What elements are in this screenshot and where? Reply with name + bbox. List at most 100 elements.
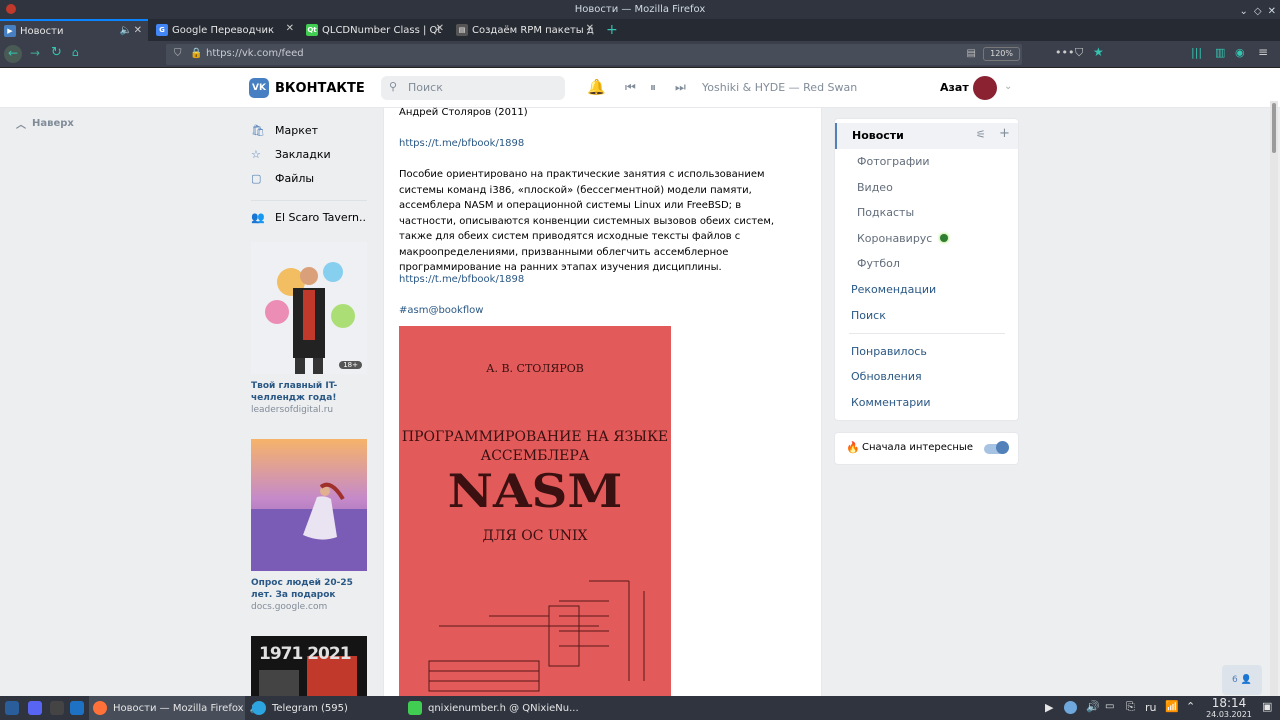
- left-menu-item-market[interactable]: 🛍 Маркет: [251, 124, 318, 137]
- bookmark-star-icon[interactable]: ★: [1093, 45, 1104, 59]
- left-menu-item-group[interactable]: 👥 El Scaro Tavern..: [251, 211, 366, 224]
- scrollbar-thumb[interactable]: [1272, 103, 1276, 153]
- battery-icon[interactable]: ▭: [1105, 701, 1114, 712]
- menu-item-comments[interactable]: Комментарии: [851, 396, 931, 409]
- menu-item-search[interactable]: Поиск: [851, 309, 886, 322]
- sidebar-icon[interactable]: ▥: [1215, 46, 1225, 59]
- menu-item-recommendations[interactable]: Рекомендации: [851, 283, 936, 296]
- taskbar-item-qtcreator[interactable]: qnixienumber.h @ QNixieNu...: [404, 696, 579, 720]
- new-tab-button[interactable]: +: [602, 19, 620, 41]
- ad-domain: docs.google.com: [251, 602, 328, 612]
- clipboard-icon[interactable]: ⎘: [1126, 700, 1135, 714]
- tab-close-icon[interactable]: ✕: [134, 25, 142, 36]
- tab-news[interactable]: ▶ Новости 🔈 ✕: [0, 19, 148, 41]
- menu-item-updates[interactable]: Обновления: [851, 370, 922, 383]
- taskbar-item-firefox[interactable]: Новости — Mozilla Firefox 🔈: [89, 696, 262, 720]
- media-play-icon[interactable]: ▶: [1045, 701, 1053, 714]
- window-titlebar: Новости — Mozilla Firefox ⌄ ◇ ✕: [0, 0, 1280, 19]
- volume-icon[interactable]: 🔊: [1086, 700, 1100, 713]
- file-icon: ▢: [251, 172, 262, 185]
- menu-item-video[interactable]: Видео: [857, 181, 893, 194]
- keyboard-layout[interactable]: ru: [1145, 701, 1157, 714]
- scroll-up-button[interactable]: ︿ Наверх: [16, 116, 74, 131]
- book-diagram-illustration: [428, 580, 645, 692]
- post-hashtag[interactable]: #asm@bookflow: [399, 303, 794, 319]
- qtcreator-icon: [408, 701, 422, 715]
- tab-rpm[interactable]: ▤ Создаём RPM пакеты д ✕: [452, 19, 600, 41]
- interesting-first-toggle-card: 🔥 Сначала интересные: [834, 432, 1019, 465]
- post-link[interactable]: https://t.me/bfbook/1898: [399, 136, 794, 152]
- app-menu-icon[interactable]: [4, 2, 18, 16]
- lock-icon[interactable]: 🔒: [190, 48, 202, 59]
- menu-item-liked[interactable]: Понравилось: [851, 345, 927, 358]
- forward-icon[interactable]: →: [30, 46, 40, 60]
- next-track-icon[interactable]: ⏭: [675, 80, 686, 95]
- avatar[interactable]: [973, 76, 997, 100]
- add-icon[interactable]: +: [999, 126, 1010, 141]
- post-link[interactable]: https://t.me/bfbook/1898: [399, 272, 794, 288]
- book-cover-image[interactable]: А. В. СТОЛЯРОВ ПРОГРАММИРОВАНИЕ НА ЯЗЫКЕ…: [399, 326, 671, 696]
- pocket-icon[interactable]: ⛉: [1075, 46, 1083, 60]
- tab-close-icon[interactable]: ✕: [286, 23, 294, 34]
- ad-domain: leadersofdigital.ru: [251, 405, 334, 415]
- tab-close-icon[interactable]: ✕: [436, 23, 444, 34]
- tab-qlcd[interactable]: Qt QLCDNumber Class | Qt ✕: [302, 19, 450, 41]
- discord-icon[interactable]: [28, 701, 42, 715]
- wifi-icon[interactable]: 📶: [1165, 700, 1179, 713]
- search-input[interactable]: ⚲ Поиск: [381, 76, 565, 100]
- menu-item-football[interactable]: Футбол: [857, 257, 900, 270]
- show-desktop-icon[interactable]: ▣: [1262, 700, 1272, 713]
- reader-view-icon[interactable]: ▤: [967, 48, 976, 59]
- online-friends-button[interactable]: 6 👤: [1222, 665, 1262, 695]
- menu-item-podcasts[interactable]: Подкасты: [857, 206, 914, 219]
- menu-item-photos[interactable]: Фотографии: [857, 155, 930, 168]
- tab-translate[interactable]: G Google Переводчик ✕: [152, 19, 300, 41]
- page-scrollbar[interactable]: [1270, 101, 1278, 696]
- library-icon[interactable]: |||: [1191, 46, 1202, 59]
- url-bar[interactable]: ⛉ 🔒 https://vk.com/feed ▤ 120%: [166, 44, 1022, 65]
- filter-settings-icon[interactable]: ⚟: [976, 128, 986, 141]
- shopping-bag-icon: 🛍: [251, 124, 265, 137]
- ad-image[interactable]: 1971 2021: [251, 636, 367, 696]
- ad-image[interactable]: [251, 439, 367, 571]
- vscode-icon[interactable]: [70, 701, 84, 715]
- bell-icon[interactable]: 🔔: [587, 78, 606, 96]
- left-menu-item-bookmarks[interactable]: ☆ Закладки: [251, 148, 331, 161]
- left-menu-label: Файлы: [275, 172, 315, 185]
- menu-item-news[interactable]: Новости: [835, 123, 1018, 149]
- now-playing-track[interactable]: Yoshiki & HYDE — Red Swan: [702, 81, 857, 94]
- more-actions-icon[interactable]: •••: [1055, 46, 1074, 59]
- menu-icon[interactable]: ≡: [1258, 45, 1268, 59]
- ad-title[interactable]: Опрос людей 20-25 лет. За подарок: [251, 577, 367, 601]
- taskbar-item-telegram[interactable]: Telegram (595): [248, 696, 398, 720]
- ad-image[interactable]: 18+: [251, 242, 367, 374]
- clock[interactable]: 18:14 24.03.2021: [1203, 696, 1255, 720]
- reload-icon[interactable]: ↻: [51, 45, 62, 60]
- vk-logo[interactable]: VK ВКОНТАКТЕ: [249, 78, 365, 98]
- vpn-icon[interactable]: [1064, 701, 1077, 714]
- left-menu-item-files[interactable]: ▢ Файлы: [251, 172, 314, 185]
- ide-icon[interactable]: [50, 701, 64, 715]
- ad-block[interactable]: 1971 2021: [251, 636, 367, 696]
- chevron-down-icon[interactable]: ⌄: [1004, 81, 1012, 92]
- ad-block[interactable]: 18+ Твой главный IT-челлендж года! leade…: [251, 242, 367, 415]
- url-text[interactable]: https://vk.com/feed: [206, 48, 304, 59]
- ad-block[interactable]: Опрос людей 20-25 лет. За подарок docs.g…: [251, 439, 367, 612]
- tray-expand-icon[interactable]: ⌃: [1186, 700, 1195, 713]
- chevron-up-icon: ︿: [16, 120, 26, 131]
- user-name[interactable]: Азат: [940, 81, 969, 94]
- qt-icon: Qt: [306, 24, 318, 36]
- shield-icon[interactable]: ⛉: [174, 48, 182, 59]
- tab-close-icon[interactable]: ✕: [586, 23, 594, 34]
- home-icon[interactable]: ⌂: [72, 46, 79, 59]
- ad-title[interactable]: Твой главный IT-челлендж года!: [251, 380, 367, 404]
- prev-track-icon[interactable]: ⏮: [625, 80, 636, 95]
- speaker-icon[interactable]: 🔈: [120, 25, 132, 36]
- google-translate-icon: G: [156, 24, 168, 36]
- pause-icon[interactable]: ⏸: [650, 80, 656, 95]
- zoom-level[interactable]: 120%: [983, 47, 1020, 61]
- app-launcher-icon[interactable]: [5, 701, 19, 715]
- clock-time: 18:14: [1211, 696, 1247, 710]
- menu-item-coronavirus[interactable]: Коронавирус: [857, 232, 948, 245]
- account-icon[interactable]: ◉: [1235, 46, 1245, 59]
